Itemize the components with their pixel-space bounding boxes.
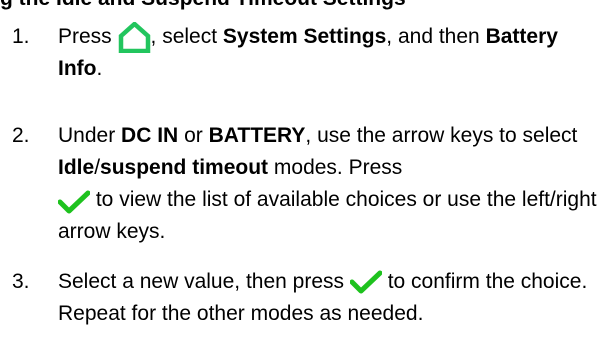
check-icon — [58, 190, 90, 214]
step-1-text-press: Press — [58, 25, 112, 48]
step-1-text-select: , select — [150, 25, 218, 48]
step-number: 1. — [12, 25, 30, 48]
step-2-text-modes-press: modes. Press — [273, 156, 403, 179]
step-text: Select a new value, then press to confir… — [58, 266, 608, 330]
home-icon — [118, 21, 151, 53]
step-2-text-or: or — [184, 124, 203, 147]
step-text: Press , select System Settings, and then… — [58, 21, 608, 85]
step-1-period: . — [96, 57, 103, 80]
step-2-text-under: Under — [58, 124, 116, 147]
system-settings-label: System Settings — [222, 25, 387, 48]
suspend-timeout-label: suspend timeout — [100, 156, 269, 179]
step-number: 3. — [12, 270, 30, 293]
step-2-text-arrow-keys: , use the arrow keys to select — [305, 124, 578, 147]
step-3-text-select: Select a new value, then press — [58, 270, 345, 293]
check-icon — [349, 270, 382, 294]
step-1-text-and-then: , and then — [386, 25, 480, 48]
step-number: 2. — [12, 124, 30, 147]
section-heading: g the Idle and Suspend Timeout Settings — [0, 0, 406, 11]
dc-in-label: DC IN — [121, 124, 179, 147]
step-text: Under DC IN or BATTERY, use the arrow ke… — [58, 120, 608, 248]
step-2-text-view-list: to view the list of available choices or… — [58, 188, 597, 243]
idle-label: Idle — [58, 156, 95, 179]
battery-label: BATTERY — [208, 124, 306, 147]
